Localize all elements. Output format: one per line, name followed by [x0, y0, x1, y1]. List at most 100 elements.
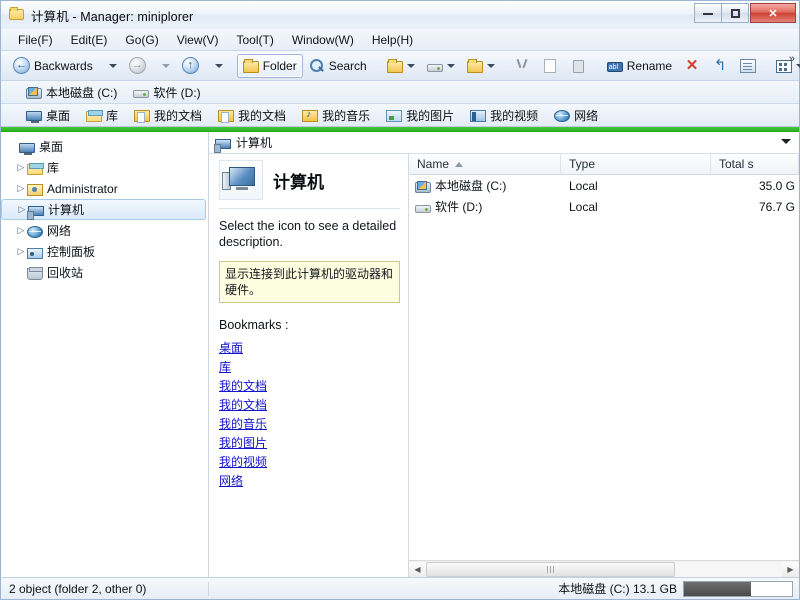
tree-item-label: 回收站 — [47, 264, 83, 281]
window-folder-icon — [9, 7, 25, 23]
folder-tree-pane[interactable]: 桌面 ▷ 库 ▷ Administrator ▷ 计算机 ▷ 网络 — [1, 132, 209, 577]
disk-usage-bar: 62% — [683, 581, 793, 597]
bookmarks-title: Bookmarks : — [219, 318, 400, 332]
column-header-type[interactable]: Type — [561, 154, 711, 174]
bookmark-link[interactable]: 我的图片 — [219, 434, 400, 453]
tree-item-recycle-bin[interactable]: 回收站 — [1, 262, 208, 283]
minimize-button[interactable] — [694, 3, 722, 23]
forward-button[interactable]: → — [123, 54, 152, 78]
toolbar-overflow-button[interactable]: » — [789, 53, 795, 65]
hdd-icon — [26, 88, 42, 99]
drive-shortcut-c[interactable]: 本地磁盘 (C:) — [23, 81, 124, 104]
tree-item-network[interactable]: ▷ 网络 — [1, 220, 208, 241]
up-arrow-icon: ↑ — [182, 57, 199, 74]
scroll-left-button[interactable]: ◀ — [409, 562, 426, 577]
column-header-total-size[interactable]: Total s — [711, 154, 799, 174]
favorite-documents-2[interactable]: 我的文档 — [215, 104, 293, 127]
bookmark-link[interactable]: 我的音乐 — [219, 415, 400, 434]
drive-icon — [415, 205, 431, 213]
monitor-icon — [19, 143, 35, 153]
expander-icon[interactable]: ▷ — [15, 162, 27, 173]
chevron-down-icon[interactable] — [781, 139, 791, 144]
breadcrumb-label: 计算机 — [236, 134, 272, 151]
main-toolbar: ← Backwards → ↑ Folder Search — [1, 51, 799, 81]
favorite-documents-1[interactable]: 我的文档 — [131, 104, 209, 127]
menu-view[interactable]: View(V) — [168, 30, 228, 50]
expander-icon[interactable]: ▷ — [15, 183, 27, 194]
table-row[interactable]: 软件 (D:) Local 76.7 G — [409, 196, 799, 217]
tree-item-desktop[interactable]: 桌面 — [1, 136, 208, 157]
folder-pane-toggle[interactable]: Folder — [237, 54, 303, 78]
video-icon — [470, 110, 486, 122]
tree-item-label: 库 — [47, 159, 59, 176]
archive-button[interactable] — [461, 54, 501, 78]
tree-item-libraries[interactable]: ▷ 库 — [1, 157, 208, 178]
favorite-pictures[interactable]: 我的图片 — [383, 104, 461, 127]
undo-button[interactable]: ↰ — [706, 54, 734, 78]
drive-select-button[interactable] — [421, 54, 461, 78]
scroll-right-button[interactable]: ▶ — [782, 562, 799, 577]
hdd-icon — [415, 182, 431, 193]
up-history-dropdown[interactable] — [205, 54, 229, 78]
forward-history-dropdown[interactable] — [152, 54, 176, 78]
menu-window[interactable]: Window(W) — [283, 30, 363, 50]
maximize-button[interactable] — [721, 3, 749, 23]
column-label: Type — [569, 157, 595, 171]
menu-tool[interactable]: Tool(T) — [228, 30, 283, 50]
properties-button[interactable] — [734, 54, 762, 78]
favorite-label: 我的文档 — [238, 107, 286, 124]
up-button[interactable]: ↑ — [176, 54, 205, 78]
cut-button[interactable] — [509, 54, 537, 78]
bookmark-link[interactable]: 我的视频 — [219, 453, 400, 472]
back-button[interactable]: ← Backwards — [7, 54, 99, 78]
info-title: 计算机 — [273, 168, 324, 193]
row-name-cell: 软件 (D:) — [409, 198, 561, 215]
bookmark-link[interactable]: 我的文档 — [219, 377, 400, 396]
row-type-cell: Local — [561, 200, 711, 214]
expander-icon[interactable]: ▷ — [15, 225, 27, 236]
bookmark-link[interactable]: 网络 — [219, 472, 400, 491]
column-header-name[interactable]: Name — [409, 154, 561, 174]
network-icon — [27, 226, 43, 238]
network-icon — [554, 110, 570, 122]
tree-item-administrator[interactable]: ▷ Administrator — [1, 178, 208, 199]
favorite-network[interactable]: 网络 — [551, 104, 605, 127]
favorite-libraries[interactable]: 库 — [83, 104, 125, 127]
search-label: Search — [329, 59, 367, 73]
drive-shortcut-d[interactable]: 软件 (D:) — [130, 81, 207, 104]
expander-icon[interactable]: ▷ — [15, 246, 27, 257]
favorite-desktop[interactable]: 桌面 — [23, 104, 77, 127]
bookmark-link[interactable]: 桌面 — [219, 339, 400, 358]
bookmark-link[interactable]: 库 — [219, 358, 400, 377]
copy-button[interactable] — [537, 54, 565, 78]
bookmark-link[interactable]: 我的文档 — [219, 396, 400, 415]
menu-file[interactable]: File(F) — [9, 30, 62, 50]
control-panel-icon — [27, 248, 43, 259]
rename-button[interactable]: Rename — [601, 54, 678, 78]
menu-edit[interactable]: Edit(E) — [62, 30, 117, 50]
horizontal-scrollbar[interactable]: ◀ ▶ — [409, 560, 799, 577]
delete-button[interactable]: ✕ — [678, 54, 706, 78]
breadcrumb[interactable]: 计算机 — [209, 132, 799, 154]
view-mode-button[interactable] — [770, 54, 800, 78]
favorite-videos[interactable]: 我的视频 — [467, 104, 545, 127]
new-folder-icon — [387, 61, 403, 73]
favorites-bar: 桌面 库 我的文档 我的文档 我的音乐 我的图片 我的视频 网络 — [1, 104, 799, 127]
close-button[interactable]: ✕ — [750, 3, 796, 23]
scrollbar-thumb[interactable] — [426, 562, 675, 577]
scrollbar-track[interactable] — [426, 562, 782, 577]
paste-button[interactable] — [565, 54, 593, 78]
drive-icon — [133, 90, 149, 98]
rename-label: Rename — [627, 59, 672, 73]
tree-item-computer[interactable]: ▷ 计算机 — [1, 199, 206, 220]
back-history-dropdown[interactable] — [99, 54, 123, 78]
search-button[interactable]: Search — [303, 54, 373, 78]
favorite-label: 桌面 — [46, 107, 70, 124]
tree-item-control-panel[interactable]: ▷ 控制面板 — [1, 241, 208, 262]
delete-icon: ✕ — [684, 58, 700, 74]
menu-go[interactable]: Go(G) — [116, 30, 167, 50]
menu-help[interactable]: Help(H) — [363, 30, 422, 50]
new-folder-button[interactable] — [381, 54, 421, 78]
favorite-music[interactable]: 我的音乐 — [299, 104, 377, 127]
table-row[interactable]: 本地磁盘 (C:) Local 35.0 G — [409, 175, 799, 196]
